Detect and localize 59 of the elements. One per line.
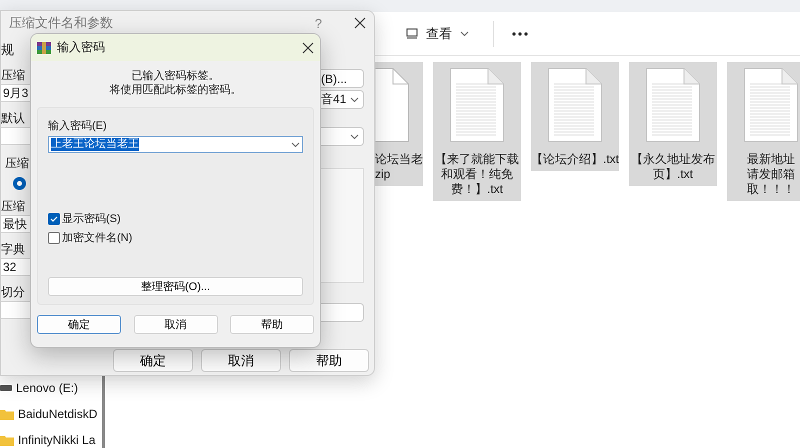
browse-button[interactable]: (B)... [321, 69, 364, 88]
chevron-down-icon [291, 142, 300, 148]
folder-icon [0, 434, 14, 446]
dialog-button[interactable]: 确定 [113, 349, 193, 372]
close-icon[interactable] [354, 17, 366, 29]
input-field[interactable]: 最快 [1, 215, 31, 233]
more-options-icon[interactable] [512, 32, 528, 36]
input-field[interactable]: 9月3 [1, 84, 31, 102]
text-file-icon [548, 68, 602, 142]
dialog-title: 输入密码 [57, 39, 106, 56]
drive-icon [0, 385, 12, 391]
password-field[interactable]: 上老王论坛当老王 [48, 136, 303, 153]
dialog-button[interactable]: 确定 [37, 315, 121, 334]
organize-passwords-button[interactable]: 整理密码(O)... [48, 277, 303, 296]
chevron-down-icon [350, 96, 360, 102]
radio-button[interactable] [13, 177, 26, 190]
text-file-icon [744, 68, 798, 142]
text-file-icon [450, 68, 504, 142]
dropdown[interactable]: 音41 [321, 90, 364, 109]
checkbox[interactable] [48, 232, 60, 244]
checkbox-option[interactable]: 加密文件名(N) [48, 230, 303, 245]
view-icon [406, 28, 418, 39]
field-label: 压缩 [1, 67, 26, 83]
field-label: 输入密码(E) [48, 118, 108, 133]
sidebar-item[interactable]: InfinityNikki La [0, 432, 102, 448]
sidebar-item[interactable]: BaiduNetdiskD [0, 406, 102, 422]
chevron-down-icon [460, 30, 469, 36]
chevron-down-icon [350, 134, 360, 140]
close-icon[interactable] [302, 42, 314, 54]
checkbox[interactable] [48, 212, 60, 224]
group-label: 压缩 [4, 155, 30, 171]
checkmark-icon [50, 216, 58, 222]
field-label: 压缩 [1, 198, 26, 214]
file-tile[interactable]: 【论坛介绍】.txt [531, 62, 619, 171]
field-label: 默认 [1, 110, 26, 126]
text-file-icon [646, 68, 700, 142]
info-message: 已输入密码标签。 将使用匹配此标签的密码。 [108, 68, 242, 98]
field-label: 切分 [1, 284, 26, 300]
input-field[interactable] [1, 127, 31, 145]
checkbox-option[interactable]: 显示密码(S) [48, 211, 303, 226]
dialog-button[interactable]: 取消 [201, 349, 281, 372]
field-label: 字典 [1, 241, 26, 257]
input-field[interactable]: 32 [1, 258, 31, 276]
dialog-button[interactable]: 取消 [134, 315, 218, 334]
archive-app-icon [37, 42, 51, 54]
input-field[interactable] [321, 303, 364, 322]
tab[interactable]: 规 [1, 41, 31, 59]
file-tile[interactable]: 论坛当老 zip [375, 62, 423, 186]
dialog-button[interactable]: 帮助 [230, 315, 314, 334]
dialog-button[interactable]: 帮助 [289, 349, 369, 372]
blank-file-icon [375, 68, 409, 142]
window-title: 压缩文件名和参数 [9, 14, 114, 32]
view-menu-button[interactable]: 查看 [400, 20, 475, 46]
file-tile[interactable]: 【永久地址发布 页】.txt [629, 62, 717, 186]
sidebar-item[interactable]: Lenovo (E:) [0, 380, 102, 396]
file-tile[interactable]: 最新地址 请发邮箱 取！！！ [727, 62, 800, 201]
file-tile[interactable]: 【来了就能下载 和观看！纯免 费！】.txt [433, 62, 521, 201]
folder-icon [0, 408, 14, 420]
input-field[interactable] [1, 301, 31, 319]
